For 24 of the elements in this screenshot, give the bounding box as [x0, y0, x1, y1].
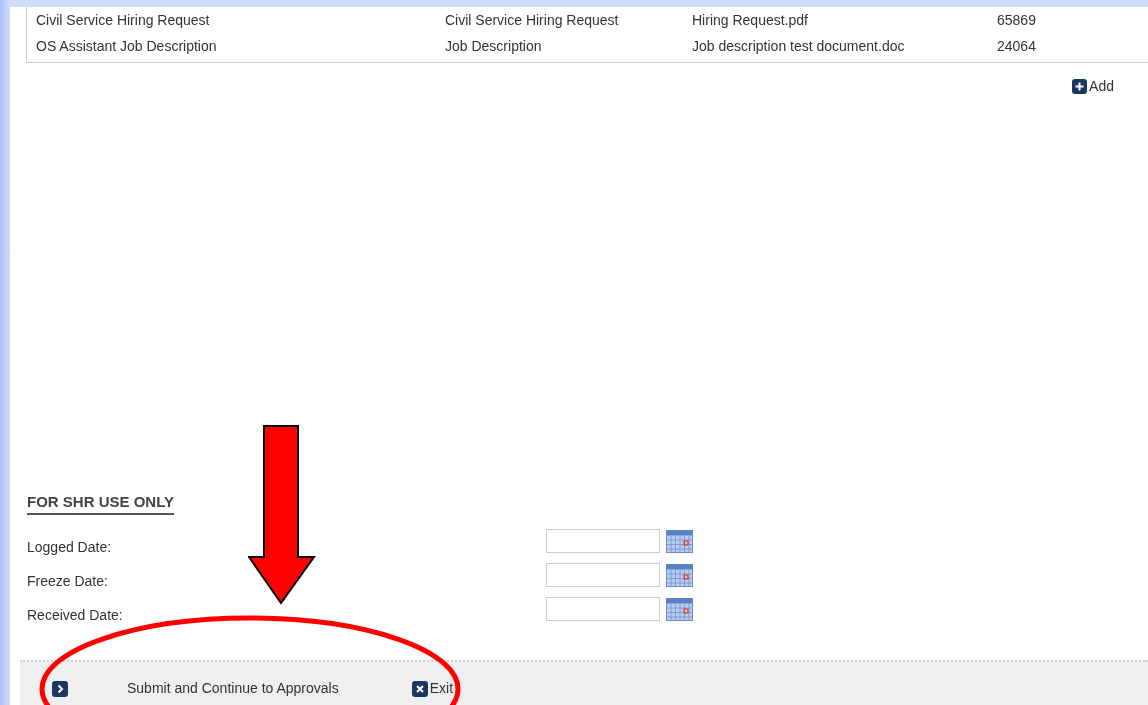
calendar-icon[interactable] — [666, 563, 693, 587]
exit-button[interactable]: Exit — [411, 678, 454, 699]
table-cell-text: Job description test document.doc — [692, 36, 906, 56]
field-label: Freeze Date: — [27, 571, 109, 591]
table-cell-text: Civil Service Hiring Request — [445, 10, 620, 30]
table-cell-text: Job Description — [445, 36, 543, 56]
calendar-icon[interactable] — [666, 529, 693, 553]
date-field[interactable] — [546, 563, 660, 587]
table-cell-text: 24064 — [997, 36, 1037, 56]
submit-button[interactable]: Submit and Continue to Approvals — [52, 678, 339, 699]
section-heading: FOR SHR USE ONLY — [27, 493, 174, 515]
table-cell-text: 65869 — [997, 10, 1037, 30]
calendar-icon[interactable] — [666, 597, 693, 621]
table-cell-text: OS Assistant Job Description — [36, 36, 218, 56]
date-field[interactable] — [546, 597, 660, 621]
table-cell-text: Hiring Request.pdf — [692, 10, 809, 30]
add-button[interactable]: Add — [1072, 76, 1114, 97]
chevron-right-icon — [52, 680, 68, 697]
field-label: Received Date: — [27, 605, 124, 625]
table-cell-text: Civil Service Hiring Request — [36, 10, 211, 30]
date-field[interactable] — [546, 529, 660, 553]
close-icon — [411, 680, 428, 697]
plus-icon — [1072, 79, 1088, 94]
field-label: Logged Date: — [27, 537, 113, 557]
